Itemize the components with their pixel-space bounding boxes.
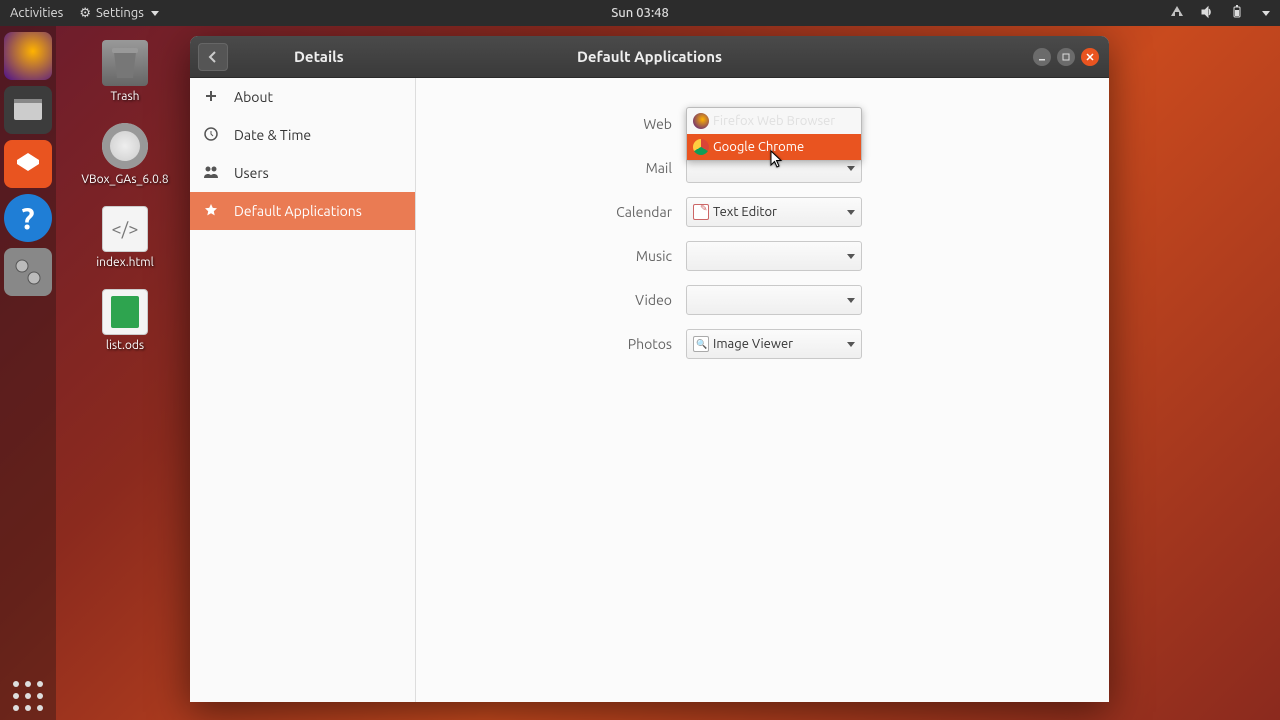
disc-icon [102, 123, 148, 169]
sidebar-item-date-time[interactable]: Date & Time [190, 116, 415, 154]
dock-icon-help[interactable]: ? [4, 194, 52, 242]
combo-calendar-value: Text Editor [713, 205, 777, 219]
firefox-icon [693, 113, 709, 129]
combo-photos-value: Image Viewer [713, 337, 793, 351]
label-web: Web [456, 116, 686, 132]
activities-button[interactable]: Activities [10, 6, 63, 20]
launcher-dock: ? [0, 26, 56, 720]
star-icon [202, 203, 220, 220]
desktop-icon-index-html[interactable]: </> index.html [96, 206, 154, 269]
desktop-icon-vbox[interactable]: VBox_GAs_6.0.8 [81, 123, 168, 186]
desktop-icon-label: Trash [110, 90, 139, 103]
option-label: Firefox Web Browser [713, 114, 835, 128]
combo-calendar[interactable]: ✎ Text Editor [686, 197, 862, 227]
show-applications-button[interactable] [4, 672, 52, 720]
desktop-icon-label: VBox_GAs_6.0.8 [81, 173, 168, 186]
desktop-icon-trash[interactable]: Trash [102, 40, 148, 103]
settings-icon: ⚙ [79, 6, 91, 21]
settings-window: Details Default Applications About Date … [190, 36, 1109, 702]
sidebar-item-default-applications[interactable]: Default Applications [190, 192, 415, 230]
sidebar-item-about[interactable]: About [190, 78, 415, 116]
system-menu-caret-icon[interactable] [1262, 11, 1270, 16]
battery-icon[interactable] [1230, 5, 1244, 22]
chevron-down-icon [847, 254, 855, 259]
label-calendar: Calendar [456, 204, 686, 220]
chevron-down-icon [847, 210, 855, 215]
sidebar-item-users[interactable]: Users [190, 154, 415, 192]
label-photos: Photos [456, 336, 686, 352]
label-video: Video [456, 292, 686, 308]
chevron-down-icon [847, 298, 855, 303]
combo-photos[interactable]: 🔍 Image Viewer [686, 329, 862, 359]
desktop-icon-list-ods[interactable]: list.ods [102, 289, 148, 352]
sidebar-item-label: Default Applications [234, 203, 362, 219]
dropdown-web: Firefox Web Browser Google Chrome [686, 107, 862, 161]
page-title: Default Applications [577, 48, 722, 65]
dock-icon-settings[interactable] [4, 248, 52, 296]
volume-icon[interactable] [1200, 5, 1214, 22]
network-icon[interactable] [1170, 5, 1184, 22]
sidebar-item-label: Users [234, 165, 269, 181]
desktop-icon-label: index.html [96, 256, 154, 269]
dock-icon-files[interactable] [4, 86, 52, 134]
details-sidebar: About Date & Time Users Default Applicat… [190, 78, 416, 702]
minimize-button[interactable] [1033, 48, 1051, 66]
chevron-down-icon [847, 166, 855, 171]
dropdown-option-firefox[interactable]: Firefox Web Browser [687, 108, 861, 134]
trash-icon [102, 40, 148, 86]
dropdown-option-chrome[interactable]: Google Chrome [687, 134, 861, 160]
window-titlebar[interactable]: Details Default Applications [190, 36, 1109, 78]
users-icon [202, 165, 220, 182]
chevron-down-icon [151, 11, 159, 16]
app-menu[interactable]: ⚙ Settings [79, 6, 159, 21]
content-pane: Web Firefox Web Browser Firefox Web Brow… [416, 78, 1109, 702]
chrome-icon [693, 139, 709, 155]
desktop-icons: Trash VBox_GAs_6.0.8 </> index.html list… [70, 40, 180, 352]
text-editor-icon: ✎ [693, 204, 709, 220]
spreadsheet-icon [102, 289, 148, 335]
label-music: Music [456, 248, 686, 264]
option-label: Google Chrome [713, 140, 804, 154]
app-menu-label: Settings [96, 6, 144, 20]
dock-icon-software[interactable] [4, 140, 52, 188]
sidebar-item-label: Date & Time [234, 127, 311, 143]
back-button[interactable] [198, 43, 228, 71]
combo-video[interactable] [686, 285, 862, 315]
file-icon: </> [102, 206, 148, 252]
chevron-down-icon [847, 342, 855, 347]
close-button[interactable] [1081, 48, 1099, 66]
clock-icon [202, 127, 220, 144]
panel-title: Details [294, 48, 344, 65]
plus-icon [202, 89, 220, 106]
clock[interactable]: Sun 03:48 [611, 6, 669, 20]
top-bar: Activities ⚙ Settings Sun 03:48 [0, 0, 1280, 26]
combo-music[interactable] [686, 241, 862, 271]
sidebar-item-label: About [234, 89, 273, 105]
label-mail: Mail [456, 160, 686, 176]
maximize-button[interactable] [1057, 48, 1075, 66]
dock-icon-firefox[interactable] [4, 32, 52, 80]
desktop-icon-label: list.ods [106, 339, 144, 352]
image-viewer-icon: 🔍 [693, 336, 709, 352]
